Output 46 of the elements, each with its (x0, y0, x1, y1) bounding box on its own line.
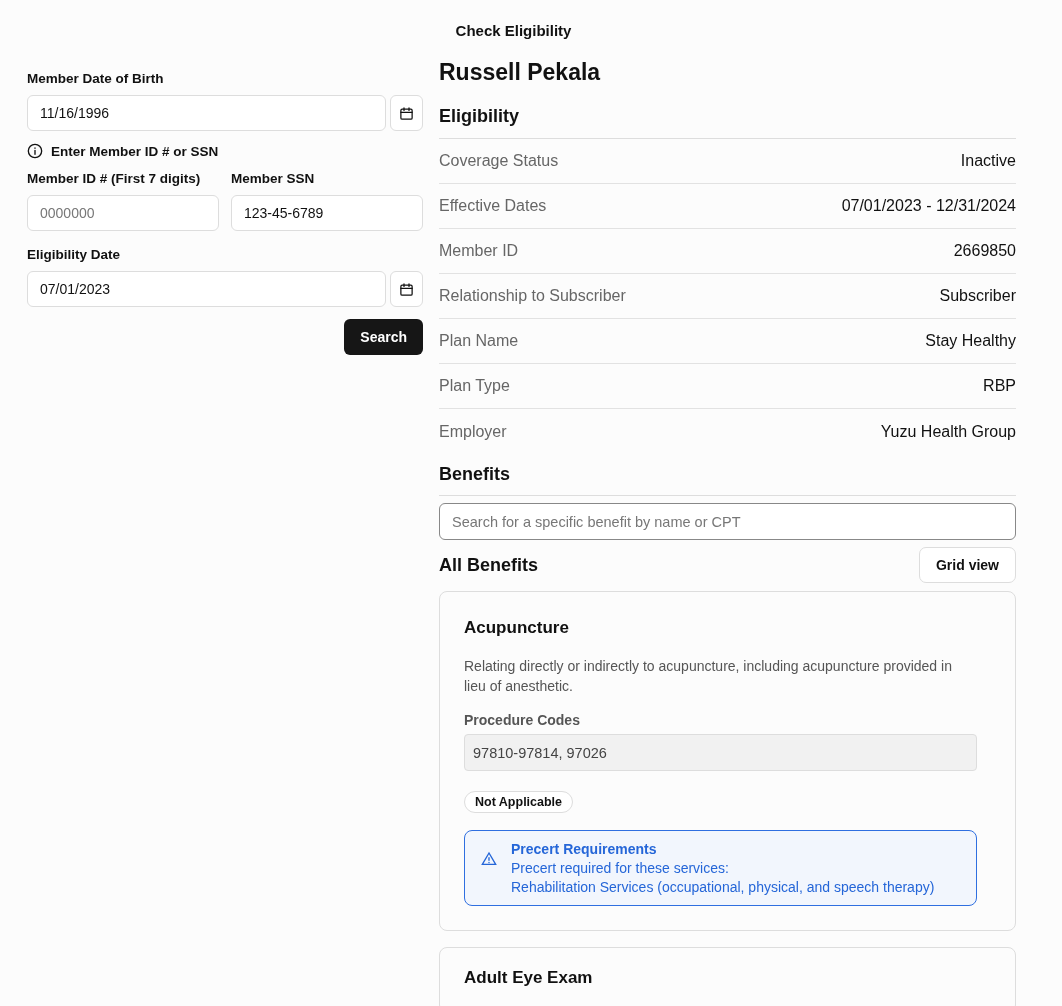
member-name: Russell Pekala (439, 59, 602, 86)
calendar-button[interactable] (390, 95, 423, 131)
row-label: Plan Name (439, 332, 519, 350)
member-id-field[interactable]: 0000000 (27, 195, 219, 231)
status-badge: Not Applicable (464, 791, 574, 813)
row-value: Subscriber (939, 287, 1016, 305)
procedure-codes-field: 97810-97814, 97026 (464, 734, 977, 771)
alert-text: Rehabilitation Services (occupational, physical, and speech therapy) (511, 879, 935, 895)
calendar-icon (399, 105, 415, 121)
row-label: Employer (439, 422, 507, 441)
info-icon (27, 143, 43, 159)
row-label: Plan Type (439, 377, 510, 395)
warning-icon (481, 851, 497, 867)
eligibility-date-field[interactable]: 07/01/2023 (27, 271, 387, 307)
search-button[interactable]: Search (344, 319, 423, 355)
row-value: Stay Healthy (925, 332, 1016, 350)
row-label: Relationship to Subscriber (439, 287, 626, 305)
row-value: Yuzu Health Group (880, 422, 1016, 441)
field-label: Member ID # (First 7 digits) (27, 171, 202, 186)
field-label: Member SSN (231, 171, 316, 186)
alert-text: Precert required for these services: (511, 860, 730, 876)
row-value: 07/01/2023 - 12/31/2024 (841, 197, 1016, 215)
hint-text: Enter Member ID # or SSN (51, 143, 219, 159)
page-title: Check Eligibility (455, 22, 572, 39)
benefit-description: Relating directly or indirectly to acupuncture, including acupuncture provided in lieu of anesthetic. (464, 657, 953, 696)
row-value: 2669850 (953, 242, 1016, 260)
section-heading: Eligibility (439, 106, 520, 127)
field-label: Member Date of Birth (27, 71, 165, 86)
row-label: Member ID (439, 242, 519, 260)
grid-view-button[interactable]: Grid view (918, 547, 1016, 583)
benefit-search-field[interactable]: Search for a specific benefit by name or CPT (439, 503, 1016, 540)
field-label: Procedure Codes (464, 712, 581, 728)
row-value: Inactive (960, 152, 1016, 170)
row-label: Coverage Status (439, 152, 559, 170)
section-heading: Benefits (439, 464, 511, 485)
row-value: RBP (983, 377, 1016, 395)
calendar-icon (399, 281, 415, 297)
list-heading: All Benefits (439, 554, 539, 576)
benefit-title: Acupuncture (464, 618, 570, 638)
date-of-birth-field[interactable]: 11/16/1996 (27, 95, 387, 131)
calendar-button[interactable] (390, 271, 423, 307)
benefit-title: Adult Eye Exam (464, 968, 594, 988)
alert-title: Precert Requirements (511, 841, 658, 857)
field-label: Eligibility Date (27, 247, 122, 262)
ssn-field[interactable]: 123-45-6789 (231, 195, 423, 231)
row-label: Effective Dates (439, 197, 547, 215)
